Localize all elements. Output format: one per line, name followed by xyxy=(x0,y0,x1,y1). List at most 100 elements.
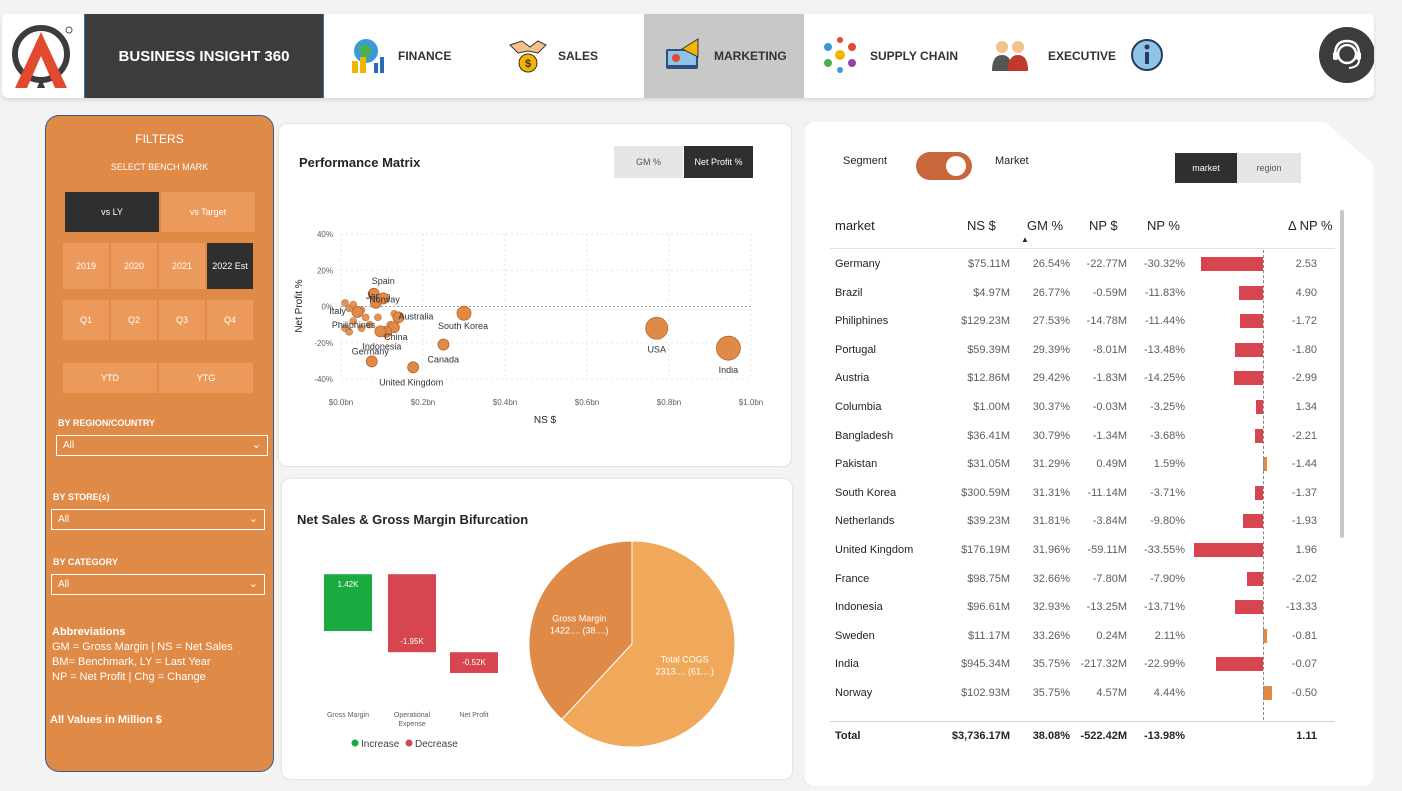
waterfall-category-label: Gross Margin xyxy=(327,712,369,719)
net-profit-percent-toggle[interactable]: Net Profit % xyxy=(684,146,753,178)
ns-cell: $98.75M xyxy=(967,572,1010,585)
scatter-point xyxy=(716,335,741,361)
table-row[interactable]: India $945.34M 35.75% -217.32M -22.99% -0.07 xyxy=(830,650,1335,679)
table-row[interactable]: Indonesia $96.61M 32.93% -13.25M -13.71% -13.… xyxy=(830,593,1335,622)
store-filter-value: All xyxy=(58,514,70,525)
year-2019-button[interactable]: 2019 xyxy=(63,243,109,289)
point-label: Norway xyxy=(369,294,400,304)
ns-cell: $176.19M xyxy=(961,544,1010,556)
x-tick-label: $0.2bn xyxy=(411,398,435,407)
store-filter-select[interactable]: All ⌄ xyxy=(51,509,265,530)
delta-np-cell: 1.34 xyxy=(1295,401,1317,413)
benchmark-vs-target-button[interactable]: vs Target xyxy=(161,192,255,232)
table-row[interactable]: Portugal $59.39M 29.39% -8.01M -13.48% -1.80 xyxy=(830,336,1335,365)
column-header-market[interactable]: market xyxy=(835,218,875,233)
gm-percent-toggle[interactable]: GM % xyxy=(614,146,683,178)
svg-text:$: $ xyxy=(525,58,531,70)
quarter-q1-button[interactable]: Q1 xyxy=(63,300,109,340)
table-row[interactable]: Philiphines $129.23M 27.53% -14.78M -11.44% -… xyxy=(830,307,1335,336)
table-row[interactable]: Bangladesh $36.41M 30.79% -1.34M -3.68% -2.21 xyxy=(830,422,1335,451)
np-cell: -1.83M xyxy=(1092,372,1127,385)
delta-np-cell: -0.81 xyxy=(1291,629,1317,642)
market-cell: France xyxy=(835,572,870,585)
gm-cell: 26.54% xyxy=(1032,258,1070,270)
info-icon[interactable] xyxy=(1130,38,1164,75)
sort-descending-icon: ▲ xyxy=(1021,235,1029,244)
legend-increase-marker xyxy=(351,739,359,747)
np-percent-cell: -3.68% xyxy=(1150,429,1185,442)
legend-decrease-label: Decrease xyxy=(415,739,458,750)
ns-cell: $31.05M xyxy=(967,458,1010,471)
executive-icon xyxy=(990,35,1030,78)
table-row[interactable]: Netherlands $39.23M 31.81% -3.84M -9.80% -1.9… xyxy=(830,507,1335,536)
table-row[interactable]: United Kingdom $176.19M 31.96% -59.11M -33.5… xyxy=(830,536,1335,565)
table-row[interactable]: Austria $12.86M 29.42% -1.83M -14.25% -2.99 xyxy=(830,364,1335,393)
scatter-point xyxy=(456,305,472,321)
region-filter-select[interactable]: All ⌄ xyxy=(56,435,268,456)
np-cell: 0.24M xyxy=(1096,629,1127,642)
column-header-gm[interactable]: GM % xyxy=(1027,218,1063,233)
np-cell: 0.49M xyxy=(1096,458,1127,471)
segment-market-switch[interactable] xyxy=(916,152,972,180)
abbreviation-line: NP = Net Profit | Chg = Change xyxy=(52,671,206,683)
pie-slice-name: Total COGS xyxy=(661,655,709,665)
market-table: market NS $ GM % ▲ NP $ NP % Δ NP % Germ… xyxy=(830,210,1344,750)
nav-executive[interactable]: EXECUTIVE xyxy=(966,14,1186,98)
gm-cell: 31.81% xyxy=(1032,515,1070,528)
scatter-point xyxy=(407,361,420,374)
np-percent-cell: -22.99% xyxy=(1144,658,1185,671)
market-cell: Pakistan xyxy=(835,458,878,471)
x-axis-label: NS $ xyxy=(534,415,557,426)
x-tick-label: $0.4bn xyxy=(493,398,517,407)
column-header-np[interactable]: NP $ xyxy=(1089,218,1118,233)
nav-marketing[interactable]: MARKETING xyxy=(644,14,804,98)
table-row[interactable]: Sweden $11.17M 33.26% 0.24M 2.11% -0.81 xyxy=(830,622,1335,651)
year-2022-est-button[interactable]: 2022 Est xyxy=(207,243,253,289)
market-toggle[interactable]: market xyxy=(1175,153,1237,183)
year-2021-button[interactable]: 2021 xyxy=(159,243,205,289)
table-row[interactable]: Germany $75.11M 26.54% -22.77M -30.32% 2.53 xyxy=(830,250,1335,279)
quarter-q3-button[interactable]: Q3 xyxy=(159,300,205,340)
category-filter-select[interactable]: All ⌄ xyxy=(51,574,265,595)
quarter-q2-button[interactable]: Q2 xyxy=(111,300,157,340)
np-cell: -13.25M xyxy=(1086,601,1127,614)
table-row[interactable]: Pakistan $31.05M 31.29% 0.49M 1.59% -1.44 xyxy=(830,450,1335,479)
nav-finance[interactable]: FINANCE xyxy=(324,14,484,98)
np-percent-cell: 1.59% xyxy=(1153,458,1185,471)
ns-cell: $96.61M xyxy=(967,601,1010,614)
y-tick-label: -20% xyxy=(314,339,333,348)
region-toggle[interactable]: region xyxy=(1237,153,1301,183)
region-filter-label: BY REGION/COUNTRY xyxy=(58,418,156,428)
table-row[interactable]: Brazil $4.97M 26.77% -0.59M -11.83% 4.90 xyxy=(830,279,1335,308)
gm-cell: 32.93% xyxy=(1032,601,1070,614)
benchmark-vs-ly-button[interactable]: vs LY xyxy=(65,192,159,232)
table-row[interactable]: France $98.75M 32.66% -7.80M -7.90% -2.02 xyxy=(830,565,1335,594)
ytd-button[interactable]: YTD xyxy=(63,363,157,393)
nav-supply-chain[interactable]: SUPPLY CHAIN xyxy=(804,14,966,98)
column-header-delta-np[interactable]: Δ NP % xyxy=(1288,218,1333,233)
np-percent-bar xyxy=(1215,657,1263,672)
delta-np-cell: -2.02 xyxy=(1291,572,1317,585)
total-label: Total xyxy=(835,730,861,742)
table-row[interactable]: Norway $102.93M 35.75% 4.57M 4.44% -0.50 xyxy=(830,679,1335,708)
table-row[interactable]: South Korea $300.59M 31.31% -11.14M -3.71% -1… xyxy=(830,479,1335,508)
ns-cell: $75.11M xyxy=(968,258,1010,270)
table-scrollbar[interactable] xyxy=(1340,210,1344,538)
np-percent-bar xyxy=(1233,371,1263,386)
np-percent-bar xyxy=(1263,686,1273,700)
table-row[interactable]: Columbia $1.00M 30.37% -0.03M -3.25% 1.34 xyxy=(830,393,1335,422)
table-body: Germany $75.11M 26.54% -22.77M -30.32% 2.53 Br… xyxy=(830,250,1335,721)
column-header-ns[interactable]: NS $ xyxy=(967,218,996,233)
nav-sales[interactable]: $ SALES xyxy=(484,14,644,98)
column-header-np-percent[interactable]: NP % xyxy=(1147,218,1180,233)
year-2020-button[interactable]: 2020 xyxy=(111,243,157,289)
market-cell: Norway xyxy=(835,687,873,699)
np-cell: -22.77M xyxy=(1086,258,1127,270)
support-icon[interactable] xyxy=(1319,27,1374,83)
np-percent-bar xyxy=(1242,514,1263,529)
quarter-q4-button[interactable]: Q4 xyxy=(207,300,253,340)
ytg-button[interactable]: YTG xyxy=(159,363,253,393)
waterfall-data-label: -0.52K xyxy=(462,658,486,667)
market-cell: Indonesia xyxy=(835,601,883,614)
x-tick-label: $0.8bn xyxy=(657,398,681,407)
